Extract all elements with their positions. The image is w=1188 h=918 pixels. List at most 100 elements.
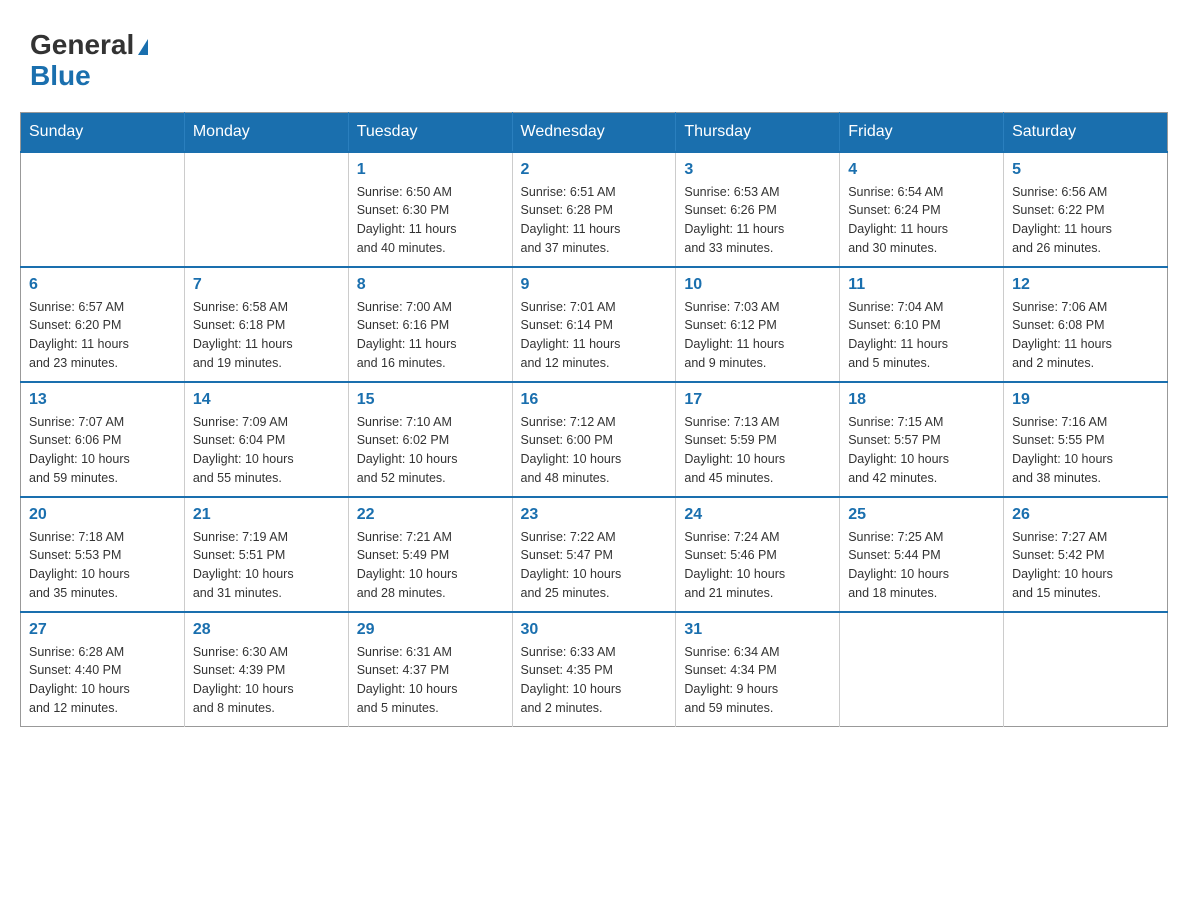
calendar-week-1: 1Sunrise: 6:50 AM Sunset: 6:30 PM Daylig… — [21, 152, 1168, 267]
calendar-week-4: 20 Sunrise: 7:18 AM Sunset: 5:53 PM Dayli… — [21, 497, 1168, 612]
day-number: 30 — [521, 621, 668, 639]
calendar-cell: 27 Sunrise: 6:28 AM Sunset: 4:40 PM Dayli… — [21, 612, 185, 727]
calendar-cell: 9Sunrise: 7:01 AM Sunset: 6:14 PM Daylig… — [512, 267, 676, 382]
weekday-header-tuesday: Tuesday — [348, 112, 512, 152]
day-number: 18 — [848, 391, 995, 409]
day-info: Sunrise: 7:12 AM Sunset: 6:00 PM Dayligh… — [521, 413, 668, 488]
calendar-cell — [840, 612, 1004, 727]
day-number: 6 — [29, 276, 176, 294]
day-number: 13 — [29, 391, 176, 409]
day-info: Sunrise: 7:10 AM Sunset: 6:02 PM Dayligh… — [357, 413, 504, 488]
day-info: Sunrise: 6:53 AM Sunset: 6:26 PM Dayligh… — [684, 183, 831, 258]
calendar-cell: 17 Sunrise: 7:13 AM Sunset: 5:59 PM Dayli… — [676, 382, 840, 497]
day-number: 25 — [848, 506, 995, 524]
day-info: Sunrise: 6:51 AM Sunset: 6:28 PM Dayligh… — [521, 183, 668, 258]
calendar-cell: 12 Sunrise: 7:06 AM Sunset: 6:08 PM Dayli… — [1004, 267, 1168, 382]
day-number: 10 — [684, 276, 831, 294]
logo-blue-text: Blue — [30, 60, 91, 91]
day-number: 2 — [521, 161, 668, 179]
calendar-week-3: 13 Sunrise: 7:07 AM Sunset: 6:06 PM Dayli… — [21, 382, 1168, 497]
day-info: Sunrise: 7:21 AM Sunset: 5:49 PM Dayligh… — [357, 528, 504, 603]
day-info: Sunrise: 7:13 AM Sunset: 5:59 PM Dayligh… — [684, 413, 831, 488]
day-number: 20 — [29, 506, 176, 524]
day-info: Sunrise: 6:28 AM Sunset: 4:40 PM Dayligh… — [29, 643, 176, 718]
day-number: 12 — [1012, 276, 1159, 294]
day-info: Sunrise: 7:15 AM Sunset: 5:57 PM Dayligh… — [848, 413, 995, 488]
day-number: 14 — [193, 391, 340, 409]
day-info: Sunrise: 7:19 AM Sunset: 5:51 PM Dayligh… — [193, 528, 340, 603]
logo: General Blue — [30, 30, 148, 92]
calendar-table: SundayMondayTuesdayWednesdayThursdayFrid… — [20, 112, 1168, 727]
calendar-cell: 26 Sunrise: 7:27 AM Sunset: 5:42 PM Dayli… — [1004, 497, 1168, 612]
day-info: Sunrise: 6:58 AM Sunset: 6:18 PM Dayligh… — [193, 298, 340, 373]
day-info: Sunrise: 6:57 AM Sunset: 6:20 PM Dayligh… — [29, 298, 176, 373]
day-info: Sunrise: 6:56 AM Sunset: 6:22 PM Dayligh… — [1012, 183, 1159, 258]
day-number: 11 — [848, 276, 995, 294]
calendar-cell: 5 Sunrise: 6:56 AM Sunset: 6:22 PM Daylig… — [1004, 152, 1168, 267]
day-number: 27 — [29, 621, 176, 639]
calendar-cell: 14 Sunrise: 7:09 AM Sunset: 6:04 PM Dayli… — [184, 382, 348, 497]
calendar-cell: 16 Sunrise: 7:12 AM Sunset: 6:00 PM Dayli… — [512, 382, 676, 497]
day-info: Sunrise: 6:50 AM Sunset: 6:30 PM Dayligh… — [357, 183, 504, 258]
logo-triangle-icon — [138, 39, 148, 55]
day-info: Sunrise: 7:04 AM Sunset: 6:10 PM Dayligh… — [848, 298, 995, 373]
logo-general-line: General — [30, 30, 148, 61]
calendar-cell: 31Sunrise: 6:34 AM Sunset: 4:34 PM Dayli… — [676, 612, 840, 727]
day-number: 5 — [1012, 161, 1159, 179]
day-info: Sunrise: 7:06 AM Sunset: 6:08 PM Dayligh… — [1012, 298, 1159, 373]
day-number: 31 — [684, 621, 831, 639]
day-number: 3 — [684, 161, 831, 179]
day-info: Sunrise: 7:24 AM Sunset: 5:46 PM Dayligh… — [684, 528, 831, 603]
calendar-cell: 2 Sunrise: 6:51 AM Sunset: 6:28 PM Daylig… — [512, 152, 676, 267]
calendar-cell: 25 Sunrise: 7:25 AM Sunset: 5:44 PM Dayli… — [840, 497, 1004, 612]
calendar-cell: 22Sunrise: 7:21 AM Sunset: 5:49 PM Dayli… — [348, 497, 512, 612]
weekday-header-friday: Friday — [840, 112, 1004, 152]
calendar-cell — [21, 152, 185, 267]
day-number: 19 — [1012, 391, 1159, 409]
day-info: Sunrise: 7:16 AM Sunset: 5:55 PM Dayligh… — [1012, 413, 1159, 488]
day-number: 7 — [193, 276, 340, 294]
calendar-cell: 13 Sunrise: 7:07 AM Sunset: 6:06 PM Dayli… — [21, 382, 185, 497]
calendar-week-5: 27 Sunrise: 6:28 AM Sunset: 4:40 PM Dayli… — [21, 612, 1168, 727]
day-info: Sunrise: 6:54 AM Sunset: 6:24 PM Dayligh… — [848, 183, 995, 258]
weekday-header-saturday: Saturday — [1004, 112, 1168, 152]
day-number: 17 — [684, 391, 831, 409]
day-number: 26 — [1012, 506, 1159, 524]
day-number: 4 — [848, 161, 995, 179]
day-info: Sunrise: 6:30 AM Sunset: 4:39 PM Dayligh… — [193, 643, 340, 718]
weekday-header-sunday: Sunday — [21, 112, 185, 152]
page-header: General Blue — [20, 20, 1168, 92]
day-number: 16 — [521, 391, 668, 409]
day-info: Sunrise: 7:18 AM Sunset: 5:53 PM Dayligh… — [29, 528, 176, 603]
calendar-week-2: 6 Sunrise: 6:57 AM Sunset: 6:20 PM Daylig… — [21, 267, 1168, 382]
weekday-header-row: SundayMondayTuesdayWednesdayThursdayFrid… — [21, 112, 1168, 152]
day-info: Sunrise: 7:22 AM Sunset: 5:47 PM Dayligh… — [521, 528, 668, 603]
calendar-cell: 24Sunrise: 7:24 AM Sunset: 5:46 PM Dayli… — [676, 497, 840, 612]
day-info: Sunrise: 7:09 AM Sunset: 6:04 PM Dayligh… — [193, 413, 340, 488]
weekday-header-monday: Monday — [184, 112, 348, 152]
calendar-cell: 23 Sunrise: 7:22 AM Sunset: 5:47 PM Dayli… — [512, 497, 676, 612]
weekday-header-wednesday: Wednesday — [512, 112, 676, 152]
day-number: 15 — [357, 391, 504, 409]
day-info: Sunrise: 6:31 AM Sunset: 4:37 PM Dayligh… — [357, 643, 504, 718]
day-number: 28 — [193, 621, 340, 639]
day-info: Sunrise: 7:25 AM Sunset: 5:44 PM Dayligh… — [848, 528, 995, 603]
day-info: Sunrise: 7:27 AM Sunset: 5:42 PM Dayligh… — [1012, 528, 1159, 603]
calendar-cell: 30 Sunrise: 6:33 AM Sunset: 4:35 PM Dayli… — [512, 612, 676, 727]
logo-general-text: General — [30, 29, 134, 60]
day-info: Sunrise: 7:07 AM Sunset: 6:06 PM Dayligh… — [29, 413, 176, 488]
calendar-cell — [184, 152, 348, 267]
calendar-cell — [1004, 612, 1168, 727]
calendar-cell: 3 Sunrise: 6:53 AM Sunset: 6:26 PM Daylig… — [676, 152, 840, 267]
logo-blue-line: Blue — [30, 61, 148, 92]
day-number: 23 — [521, 506, 668, 524]
calendar-cell: 20 Sunrise: 7:18 AM Sunset: 5:53 PM Dayli… — [21, 497, 185, 612]
weekday-header-thursday: Thursday — [676, 112, 840, 152]
calendar-cell: 4 Sunrise: 6:54 AM Sunset: 6:24 PM Daylig… — [840, 152, 1004, 267]
calendar-cell: 19 Sunrise: 7:16 AM Sunset: 5:55 PM Dayli… — [1004, 382, 1168, 497]
day-number: 29 — [357, 621, 504, 639]
calendar-cell: 15 Sunrise: 7:10 AM Sunset: 6:02 PM Dayli… — [348, 382, 512, 497]
day-info: Sunrise: 7:03 AM Sunset: 6:12 PM Dayligh… — [684, 298, 831, 373]
day-info: Sunrise: 6:33 AM Sunset: 4:35 PM Dayligh… — [521, 643, 668, 718]
calendar-cell: 1Sunrise: 6:50 AM Sunset: 6:30 PM Daylig… — [348, 152, 512, 267]
